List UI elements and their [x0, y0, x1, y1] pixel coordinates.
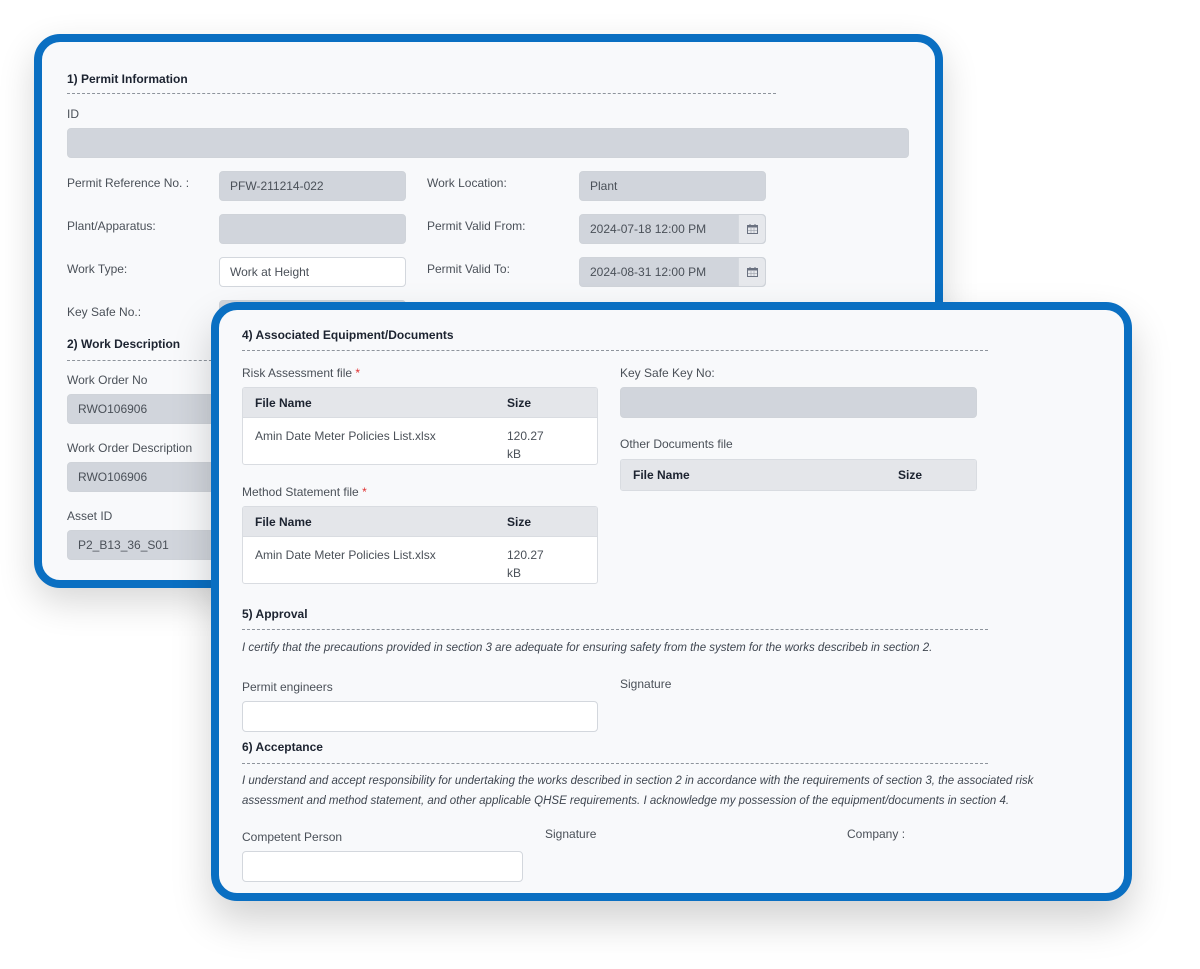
table-header: File Name Size [243, 388, 597, 418]
acceptance-statement-line: assessment and method statement, and oth… [242, 795, 1010, 807]
work-location-field[interactable]: Plant [579, 171, 766, 201]
valid-from-field[interactable]: 2024-07-18 12:00 PM [579, 214, 766, 244]
plant-apparatus-label: Plant/Apparatus: [67, 219, 156, 233]
valid-from-calendar-button[interactable] [738, 215, 765, 243]
work-location-label: Work Location: [427, 176, 507, 190]
section-title-permit-info: 1) Permit Information [67, 72, 188, 86]
calendar-icon [746, 267, 758, 277]
approval-signature-label: Signature [620, 677, 672, 691]
permit-engineers-label: Permit engineers [242, 680, 333, 694]
section-divider [242, 629, 988, 630]
method-statement-file-table: File Name Size Amin Date Meter Policies … [242, 506, 598, 584]
column-header-size: Size [507, 514, 532, 529]
company-label: Company : [847, 827, 906, 841]
acceptance-signature-label: Signature [545, 827, 597, 841]
work-order-no-label: Work Order No [67, 373, 148, 387]
acceptance-statement-line: I understand and accept responsibility f… [242, 775, 1034, 787]
file-size-unit: kB [507, 447, 522, 461]
work-type-label: Work Type: [67, 262, 128, 276]
other-documents-label: Other Documents file [620, 437, 733, 451]
valid-from-label: Permit Valid From: [427, 219, 526, 233]
id-label: ID [67, 107, 79, 121]
permit-engineers-input[interactable] [242, 701, 598, 732]
permit-reference-label: Permit Reference No. : [67, 176, 190, 190]
approval-statement: I certify that the precautions provided … [242, 642, 933, 654]
risk-assessment-label-text: Risk Assessment file [242, 366, 353, 380]
column-header-size: Size [898, 468, 923, 482]
competent-person-input[interactable] [242, 851, 523, 882]
competent-person-label: Competent Person [242, 830, 343, 844]
column-header-file-name: File Name [633, 468, 690, 482]
file-size-value: 120.27 [507, 429, 544, 443]
valid-to-calendar-button[interactable] [738, 258, 765, 286]
key-safe-label: Key Safe No.: [67, 305, 142, 319]
table-header: File Name Size [243, 507, 597, 537]
key-safe-key-label: Key Safe Key No: [620, 366, 715, 380]
valid-to-label: Permit Valid To: [427, 262, 510, 276]
work-order-description-field[interactable]: RWO106906 [67, 462, 227, 492]
file-size-cell: 120.27 kB [507, 546, 567, 582]
asset-id-field[interactable]: P2_B13_36_S01 [67, 530, 227, 560]
method-statement-label: Method Statement file * [242, 485, 367, 499]
calendar-icon [746, 224, 758, 234]
file-name-cell[interactable]: Amin Date Meter Policies List.xlsx [243, 427, 507, 463]
valid-to-field[interactable]: 2024-08-31 12:00 PM [579, 257, 766, 287]
section-title-work-description: 2) Work Description [67, 337, 181, 351]
file-size-unit: kB [507, 566, 522, 580]
section-title-acceptance: 6) Acceptance [242, 740, 323, 754]
table-row[interactable]: Amin Date Meter Policies List.xlsx 120.2… [243, 418, 597, 463]
column-header-size: Size [507, 395, 532, 410]
id-field[interactable] [67, 128, 909, 158]
work-type-field[interactable]: Work at Height [219, 257, 406, 287]
required-marker: * [362, 485, 367, 499]
file-name-cell[interactable]: Amin Date Meter Policies List.xlsx [243, 546, 507, 582]
required-marker: * [355, 366, 361, 380]
section-title-associated-documents: 4) Associated Equipment/Documents [242, 328, 454, 342]
section-divider [67, 93, 776, 94]
plant-apparatus-field[interactable] [219, 214, 406, 244]
table-row[interactable]: Amin Date Meter Policies List.xlsx 120.2… [243, 537, 597, 582]
acceptance-statement: I understand and accept responsibility f… [242, 771, 1033, 811]
risk-assessment-file-table: File Name Size Amin Date Meter Policies … [242, 387, 598, 465]
column-header-file-name: File Name [255, 395, 312, 410]
section-divider [242, 350, 988, 351]
column-header-file-name: File Name [255, 514, 312, 529]
section-divider [242, 763, 988, 764]
file-size-cell: 120.27 kB [507, 427, 567, 463]
table-header: File Name Size [621, 460, 976, 490]
key-safe-key-field[interactable] [620, 387, 977, 418]
other-documents-file-table: File Name Size [620, 459, 977, 491]
valid-from-value: 2024-07-18 12:00 PM [590, 222, 707, 236]
method-statement-label-text: Method Statement file [242, 485, 359, 499]
risk-assessment-label: Risk Assessment file * [242, 366, 360, 380]
section-title-approval: 5) Approval [242, 607, 308, 621]
section-divider [67, 360, 217, 361]
documents-approval-card: 4) Associated Equipment/Documents Risk A… [211, 302, 1132, 901]
work-order-no-field[interactable]: RWO106906 [67, 394, 227, 424]
file-size-value: 120.27 [507, 548, 544, 562]
permit-reference-field[interactable]: PFW-211214-022 [219, 171, 406, 201]
valid-to-value: 2024-08-31 12:00 PM [590, 265, 707, 279]
asset-id-label: Asset ID [67, 509, 113, 523]
work-order-description-label: Work Order Description [67, 441, 193, 455]
